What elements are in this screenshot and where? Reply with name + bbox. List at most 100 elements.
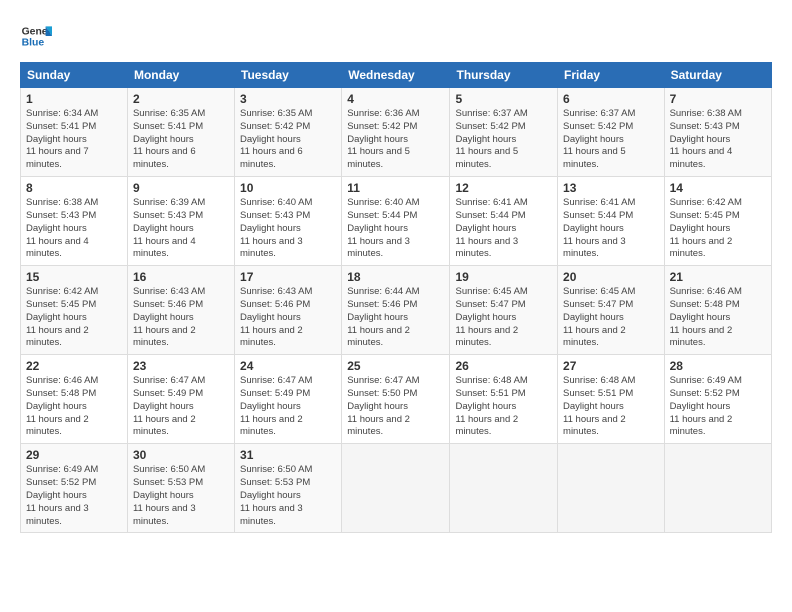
day-number: 17 bbox=[240, 270, 336, 284]
day-header-thursday: Thursday bbox=[450, 63, 558, 88]
day-info: Sunrise: 6:47 AM Sunset: 5:49 PM Dayligh… bbox=[240, 375, 336, 439]
day-number: 2 bbox=[133, 92, 229, 106]
calendar-cell: 16 Sunrise: 6:43 AM Sunset: 5:46 PM Dayl… bbox=[127, 266, 234, 355]
day-header-saturday: Saturday bbox=[664, 63, 771, 88]
calendar-cell: 3 Sunrise: 6:35 AM Sunset: 5:42 PM Dayli… bbox=[235, 88, 342, 177]
calendar-week-5: 29 Sunrise: 6:49 AM Sunset: 5:52 PM Dayl… bbox=[21, 444, 772, 533]
calendar-cell: 19 Sunrise: 6:45 AM Sunset: 5:47 PM Dayl… bbox=[450, 266, 558, 355]
day-number: 3 bbox=[240, 92, 336, 106]
day-info: Sunrise: 6:41 AM Sunset: 5:44 PM Dayligh… bbox=[563, 197, 659, 261]
day-number: 22 bbox=[26, 359, 122, 373]
calendar-cell: 2 Sunrise: 6:35 AM Sunset: 5:41 PM Dayli… bbox=[127, 88, 234, 177]
calendar-cell bbox=[450, 444, 558, 533]
day-info: Sunrise: 6:46 AM Sunset: 5:48 PM Dayligh… bbox=[26, 375, 122, 439]
day-header-wednesday: Wednesday bbox=[342, 63, 450, 88]
calendar-cell: 4 Sunrise: 6:36 AM Sunset: 5:42 PM Dayli… bbox=[342, 88, 450, 177]
day-number: 12 bbox=[455, 181, 552, 195]
day-info: Sunrise: 6:38 AM Sunset: 5:43 PM Dayligh… bbox=[26, 197, 122, 261]
day-number: 14 bbox=[670, 181, 766, 195]
calendar-cell bbox=[558, 444, 665, 533]
day-info: Sunrise: 6:43 AM Sunset: 5:46 PM Dayligh… bbox=[240, 286, 336, 350]
day-info: Sunrise: 6:37 AM Sunset: 5:42 PM Dayligh… bbox=[563, 108, 659, 172]
page-header: General Blue bbox=[20, 20, 772, 52]
day-number: 25 bbox=[347, 359, 444, 373]
day-info: Sunrise: 6:35 AM Sunset: 5:42 PM Dayligh… bbox=[240, 108, 336, 172]
day-info: Sunrise: 6:34 AM Sunset: 5:41 PM Dayligh… bbox=[26, 108, 122, 172]
day-number: 10 bbox=[240, 181, 336, 195]
day-number: 11 bbox=[347, 181, 444, 195]
day-number: 19 bbox=[455, 270, 552, 284]
day-number: 28 bbox=[670, 359, 766, 373]
day-info: Sunrise: 6:49 AM Sunset: 5:52 PM Dayligh… bbox=[670, 375, 766, 439]
day-info: Sunrise: 6:45 AM Sunset: 5:47 PM Dayligh… bbox=[455, 286, 552, 350]
calendar-cell: 22 Sunrise: 6:46 AM Sunset: 5:48 PM Dayl… bbox=[21, 355, 128, 444]
calendar-cell bbox=[342, 444, 450, 533]
day-number: 24 bbox=[240, 359, 336, 373]
calendar-cell: 8 Sunrise: 6:38 AM Sunset: 5:43 PM Dayli… bbox=[21, 177, 128, 266]
calendar-cell: 28 Sunrise: 6:49 AM Sunset: 5:52 PM Dayl… bbox=[664, 355, 771, 444]
day-number: 9 bbox=[133, 181, 229, 195]
calendar-cell: 23 Sunrise: 6:47 AM Sunset: 5:49 PM Dayl… bbox=[127, 355, 234, 444]
day-info: Sunrise: 6:46 AM Sunset: 5:48 PM Dayligh… bbox=[670, 286, 766, 350]
calendar-week-4: 22 Sunrise: 6:46 AM Sunset: 5:48 PM Dayl… bbox=[21, 355, 772, 444]
day-info: Sunrise: 6:42 AM Sunset: 5:45 PM Dayligh… bbox=[670, 197, 766, 261]
day-number: 16 bbox=[133, 270, 229, 284]
day-number: 29 bbox=[26, 448, 122, 462]
day-header-sunday: Sunday bbox=[21, 63, 128, 88]
calendar-cell: 5 Sunrise: 6:37 AM Sunset: 5:42 PM Dayli… bbox=[450, 88, 558, 177]
day-info: Sunrise: 6:50 AM Sunset: 5:53 PM Dayligh… bbox=[240, 464, 336, 528]
day-number: 7 bbox=[670, 92, 766, 106]
day-info: Sunrise: 6:48 AM Sunset: 5:51 PM Dayligh… bbox=[455, 375, 552, 439]
day-number: 1 bbox=[26, 92, 122, 106]
calendar-cell: 18 Sunrise: 6:44 AM Sunset: 5:46 PM Dayl… bbox=[342, 266, 450, 355]
day-info: Sunrise: 6:40 AM Sunset: 5:43 PM Dayligh… bbox=[240, 197, 336, 261]
calendar-cell: 13 Sunrise: 6:41 AM Sunset: 5:44 PM Dayl… bbox=[558, 177, 665, 266]
calendar-cell: 10 Sunrise: 6:40 AM Sunset: 5:43 PM Dayl… bbox=[235, 177, 342, 266]
calendar-cell: 20 Sunrise: 6:45 AM Sunset: 5:47 PM Dayl… bbox=[558, 266, 665, 355]
day-number: 5 bbox=[455, 92, 552, 106]
day-info: Sunrise: 6:41 AM Sunset: 5:44 PM Dayligh… bbox=[455, 197, 552, 261]
calendar-cell: 14 Sunrise: 6:42 AM Sunset: 5:45 PM Dayl… bbox=[664, 177, 771, 266]
day-number: 8 bbox=[26, 181, 122, 195]
calendar-cell: 7 Sunrise: 6:38 AM Sunset: 5:43 PM Dayli… bbox=[664, 88, 771, 177]
calendar-cell: 26 Sunrise: 6:48 AM Sunset: 5:51 PM Dayl… bbox=[450, 355, 558, 444]
day-number: 23 bbox=[133, 359, 229, 373]
day-header-tuesday: Tuesday bbox=[235, 63, 342, 88]
calendar-cell: 17 Sunrise: 6:43 AM Sunset: 5:46 PM Dayl… bbox=[235, 266, 342, 355]
calendar-cell: 29 Sunrise: 6:49 AM Sunset: 5:52 PM Dayl… bbox=[21, 444, 128, 533]
day-number: 21 bbox=[670, 270, 766, 284]
day-number: 26 bbox=[455, 359, 552, 373]
day-info: Sunrise: 6:43 AM Sunset: 5:46 PM Dayligh… bbox=[133, 286, 229, 350]
day-info: Sunrise: 6:37 AM Sunset: 5:42 PM Dayligh… bbox=[455, 108, 552, 172]
day-number: 13 bbox=[563, 181, 659, 195]
day-info: Sunrise: 6:47 AM Sunset: 5:50 PM Dayligh… bbox=[347, 375, 444, 439]
calendar-cell: 11 Sunrise: 6:40 AM Sunset: 5:44 PM Dayl… bbox=[342, 177, 450, 266]
calendar-cell: 21 Sunrise: 6:46 AM Sunset: 5:48 PM Dayl… bbox=[664, 266, 771, 355]
calendar-week-2: 8 Sunrise: 6:38 AM Sunset: 5:43 PM Dayli… bbox=[21, 177, 772, 266]
day-number: 31 bbox=[240, 448, 336, 462]
day-info: Sunrise: 6:36 AM Sunset: 5:42 PM Dayligh… bbox=[347, 108, 444, 172]
day-info: Sunrise: 6:45 AM Sunset: 5:47 PM Dayligh… bbox=[563, 286, 659, 350]
logo-icon: General Blue bbox=[20, 20, 52, 52]
calendar-cell: 6 Sunrise: 6:37 AM Sunset: 5:42 PM Dayli… bbox=[558, 88, 665, 177]
day-info: Sunrise: 6:35 AM Sunset: 5:41 PM Dayligh… bbox=[133, 108, 229, 172]
calendar-cell: 9 Sunrise: 6:39 AM Sunset: 5:43 PM Dayli… bbox=[127, 177, 234, 266]
calendar-cell: 15 Sunrise: 6:42 AM Sunset: 5:45 PM Dayl… bbox=[21, 266, 128, 355]
calendar-cell: 24 Sunrise: 6:47 AM Sunset: 5:49 PM Dayl… bbox=[235, 355, 342, 444]
day-number: 27 bbox=[563, 359, 659, 373]
calendar-cell: 1 Sunrise: 6:34 AM Sunset: 5:41 PM Dayli… bbox=[21, 88, 128, 177]
calendar-cell: 25 Sunrise: 6:47 AM Sunset: 5:50 PM Dayl… bbox=[342, 355, 450, 444]
day-info: Sunrise: 6:38 AM Sunset: 5:43 PM Dayligh… bbox=[670, 108, 766, 172]
calendar-cell: 30 Sunrise: 6:50 AM Sunset: 5:53 PM Dayl… bbox=[127, 444, 234, 533]
calendar-cell: 31 Sunrise: 6:50 AM Sunset: 5:53 PM Dayl… bbox=[235, 444, 342, 533]
day-number: 30 bbox=[133, 448, 229, 462]
day-info: Sunrise: 6:42 AM Sunset: 5:45 PM Dayligh… bbox=[26, 286, 122, 350]
day-number: 18 bbox=[347, 270, 444, 284]
calendar-header-row: SundayMondayTuesdayWednesdayThursdayFrid… bbox=[21, 63, 772, 88]
day-info: Sunrise: 6:50 AM Sunset: 5:53 PM Dayligh… bbox=[133, 464, 229, 528]
day-header-monday: Monday bbox=[127, 63, 234, 88]
day-header-friday: Friday bbox=[558, 63, 665, 88]
day-number: 4 bbox=[347, 92, 444, 106]
day-info: Sunrise: 6:44 AM Sunset: 5:46 PM Dayligh… bbox=[347, 286, 444, 350]
calendar-table: SundayMondayTuesdayWednesdayThursdayFrid… bbox=[20, 62, 772, 533]
